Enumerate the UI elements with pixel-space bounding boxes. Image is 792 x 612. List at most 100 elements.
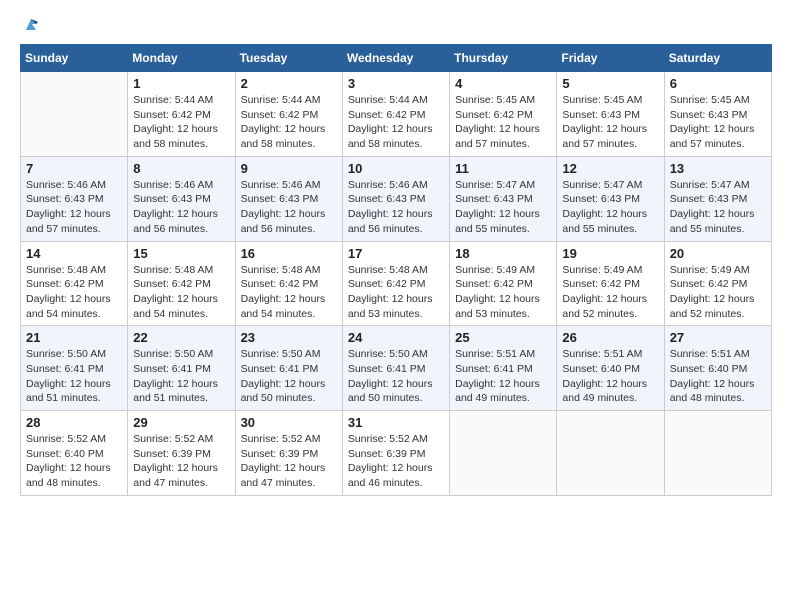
- day-info: Sunrise: 5:52 AMSunset: 6:39 PMDaylight:…: [133, 432, 229, 491]
- calendar-cell: 28 Sunrise: 5:52 AMSunset: 6:40 PMDaylig…: [21, 411, 128, 496]
- calendar-cell: 11 Sunrise: 5:47 AMSunset: 6:43 PMDaylig…: [450, 156, 557, 241]
- day-number: 29: [133, 415, 229, 430]
- day-number: 6: [670, 76, 766, 91]
- day-number: 3: [348, 76, 444, 91]
- calendar-cell: 1 Sunrise: 5:44 AMSunset: 6:42 PMDayligh…: [128, 72, 235, 157]
- calendar-cell: 27 Sunrise: 5:51 AMSunset: 6:40 PMDaylig…: [664, 326, 771, 411]
- calendar-cell: 2 Sunrise: 5:44 AMSunset: 6:42 PMDayligh…: [235, 72, 342, 157]
- calendar-cell: 21 Sunrise: 5:50 AMSunset: 6:41 PMDaylig…: [21, 326, 128, 411]
- calendar-cell: 7 Sunrise: 5:46 AMSunset: 6:43 PMDayligh…: [21, 156, 128, 241]
- day-number: 9: [241, 161, 337, 176]
- day-info: Sunrise: 5:45 AMSunset: 6:43 PMDaylight:…: [562, 93, 658, 152]
- calendar-cell: 13 Sunrise: 5:47 AMSunset: 6:43 PMDaylig…: [664, 156, 771, 241]
- day-header-saturday: Saturday: [664, 45, 771, 72]
- day-number: 30: [241, 415, 337, 430]
- day-info: Sunrise: 5:46 AMSunset: 6:43 PMDaylight:…: [348, 178, 444, 237]
- day-info: Sunrise: 5:48 AMSunset: 6:42 PMDaylight:…: [348, 263, 444, 322]
- day-number: 18: [455, 246, 551, 261]
- calendar-cell: 9 Sunrise: 5:46 AMSunset: 6:43 PMDayligh…: [235, 156, 342, 241]
- day-number: 11: [455, 161, 551, 176]
- day-header-wednesday: Wednesday: [342, 45, 449, 72]
- day-info: Sunrise: 5:51 AMSunset: 6:40 PMDaylight:…: [562, 347, 658, 406]
- calendar-cell: 16 Sunrise: 5:48 AMSunset: 6:42 PMDaylig…: [235, 241, 342, 326]
- calendar-cell: 20 Sunrise: 5:49 AMSunset: 6:42 PMDaylig…: [664, 241, 771, 326]
- day-info: Sunrise: 5:44 AMSunset: 6:42 PMDaylight:…: [133, 93, 229, 152]
- calendar-cell: 4 Sunrise: 5:45 AMSunset: 6:42 PMDayligh…: [450, 72, 557, 157]
- day-header-sunday: Sunday: [21, 45, 128, 72]
- calendar-cell: 26 Sunrise: 5:51 AMSunset: 6:40 PMDaylig…: [557, 326, 664, 411]
- day-header-friday: Friday: [557, 45, 664, 72]
- calendar-header-row: SundayMondayTuesdayWednesdayThursdayFrid…: [21, 45, 772, 72]
- day-info: Sunrise: 5:50 AMSunset: 6:41 PMDaylight:…: [26, 347, 122, 406]
- day-info: Sunrise: 5:45 AMSunset: 6:42 PMDaylight:…: [455, 93, 551, 152]
- calendar-cell: 3 Sunrise: 5:44 AMSunset: 6:42 PMDayligh…: [342, 72, 449, 157]
- calendar-cell: 10 Sunrise: 5:46 AMSunset: 6:43 PMDaylig…: [342, 156, 449, 241]
- calendar-week-3: 14 Sunrise: 5:48 AMSunset: 6:42 PMDaylig…: [21, 241, 772, 326]
- calendar-cell: 31 Sunrise: 5:52 AMSunset: 6:39 PMDaylig…: [342, 411, 449, 496]
- calendar-week-5: 28 Sunrise: 5:52 AMSunset: 6:40 PMDaylig…: [21, 411, 772, 496]
- day-info: Sunrise: 5:50 AMSunset: 6:41 PMDaylight:…: [133, 347, 229, 406]
- day-info: Sunrise: 5:46 AMSunset: 6:43 PMDaylight:…: [241, 178, 337, 237]
- day-info: Sunrise: 5:49 AMSunset: 6:42 PMDaylight:…: [562, 263, 658, 322]
- calendar-cell: 17 Sunrise: 5:48 AMSunset: 6:42 PMDaylig…: [342, 241, 449, 326]
- day-number: 10: [348, 161, 444, 176]
- calendar-cell: 14 Sunrise: 5:48 AMSunset: 6:42 PMDaylig…: [21, 241, 128, 326]
- calendar-cell: 29 Sunrise: 5:52 AMSunset: 6:39 PMDaylig…: [128, 411, 235, 496]
- calendar-cell: [21, 72, 128, 157]
- day-number: 20: [670, 246, 766, 261]
- day-number: 12: [562, 161, 658, 176]
- day-info: Sunrise: 5:47 AMSunset: 6:43 PMDaylight:…: [670, 178, 766, 237]
- calendar-cell: 6 Sunrise: 5:45 AMSunset: 6:43 PMDayligh…: [664, 72, 771, 157]
- day-number: 17: [348, 246, 444, 261]
- calendar-cell: 5 Sunrise: 5:45 AMSunset: 6:43 PMDayligh…: [557, 72, 664, 157]
- calendar-cell: 30 Sunrise: 5:52 AMSunset: 6:39 PMDaylig…: [235, 411, 342, 496]
- day-number: 26: [562, 330, 658, 345]
- day-info: Sunrise: 5:52 AMSunset: 6:40 PMDaylight:…: [26, 432, 122, 491]
- calendar-cell: [664, 411, 771, 496]
- day-info: Sunrise: 5:50 AMSunset: 6:41 PMDaylight:…: [348, 347, 444, 406]
- calendar-cell: 24 Sunrise: 5:50 AMSunset: 6:41 PMDaylig…: [342, 326, 449, 411]
- day-header-monday: Monday: [128, 45, 235, 72]
- day-number: 19: [562, 246, 658, 261]
- day-number: 1: [133, 76, 229, 91]
- day-info: Sunrise: 5:46 AMSunset: 6:43 PMDaylight:…: [133, 178, 229, 237]
- day-header-tuesday: Tuesday: [235, 45, 342, 72]
- calendar-week-2: 7 Sunrise: 5:46 AMSunset: 6:43 PMDayligh…: [21, 156, 772, 241]
- day-info: Sunrise: 5:47 AMSunset: 6:43 PMDaylight:…: [455, 178, 551, 237]
- calendar-week-4: 21 Sunrise: 5:50 AMSunset: 6:41 PMDaylig…: [21, 326, 772, 411]
- day-number: 22: [133, 330, 229, 345]
- day-number: 27: [670, 330, 766, 345]
- day-info: Sunrise: 5:49 AMSunset: 6:42 PMDaylight:…: [670, 263, 766, 322]
- day-info: Sunrise: 5:49 AMSunset: 6:42 PMDaylight:…: [455, 263, 551, 322]
- day-number: 13: [670, 161, 766, 176]
- calendar-cell: 8 Sunrise: 5:46 AMSunset: 6:43 PMDayligh…: [128, 156, 235, 241]
- day-number: 16: [241, 246, 337, 261]
- day-info: Sunrise: 5:52 AMSunset: 6:39 PMDaylight:…: [241, 432, 337, 491]
- day-header-thursday: Thursday: [450, 45, 557, 72]
- logo-icon: [22, 16, 40, 34]
- calendar-cell: [557, 411, 664, 496]
- day-info: Sunrise: 5:51 AMSunset: 6:41 PMDaylight:…: [455, 347, 551, 406]
- day-info: Sunrise: 5:48 AMSunset: 6:42 PMDaylight:…: [133, 263, 229, 322]
- day-number: 7: [26, 161, 122, 176]
- day-info: Sunrise: 5:47 AMSunset: 6:43 PMDaylight:…: [562, 178, 658, 237]
- day-info: Sunrise: 5:52 AMSunset: 6:39 PMDaylight:…: [348, 432, 444, 491]
- day-number: 25: [455, 330, 551, 345]
- day-info: Sunrise: 5:46 AMSunset: 6:43 PMDaylight:…: [26, 178, 122, 237]
- calendar-cell: 15 Sunrise: 5:48 AMSunset: 6:42 PMDaylig…: [128, 241, 235, 326]
- day-number: 5: [562, 76, 658, 91]
- day-info: Sunrise: 5:50 AMSunset: 6:41 PMDaylight:…: [241, 347, 337, 406]
- day-info: Sunrise: 5:48 AMSunset: 6:42 PMDaylight:…: [26, 263, 122, 322]
- day-info: Sunrise: 5:51 AMSunset: 6:40 PMDaylight:…: [670, 347, 766, 406]
- day-number: 28: [26, 415, 122, 430]
- day-number: 8: [133, 161, 229, 176]
- day-number: 15: [133, 246, 229, 261]
- day-number: 23: [241, 330, 337, 345]
- day-number: 21: [26, 330, 122, 345]
- day-info: Sunrise: 5:48 AMSunset: 6:42 PMDaylight:…: [241, 263, 337, 322]
- calendar-cell: 18 Sunrise: 5:49 AMSunset: 6:42 PMDaylig…: [450, 241, 557, 326]
- calendar-cell: 25 Sunrise: 5:51 AMSunset: 6:41 PMDaylig…: [450, 326, 557, 411]
- day-number: 4: [455, 76, 551, 91]
- day-number: 14: [26, 246, 122, 261]
- calendar-cell: 22 Sunrise: 5:50 AMSunset: 6:41 PMDaylig…: [128, 326, 235, 411]
